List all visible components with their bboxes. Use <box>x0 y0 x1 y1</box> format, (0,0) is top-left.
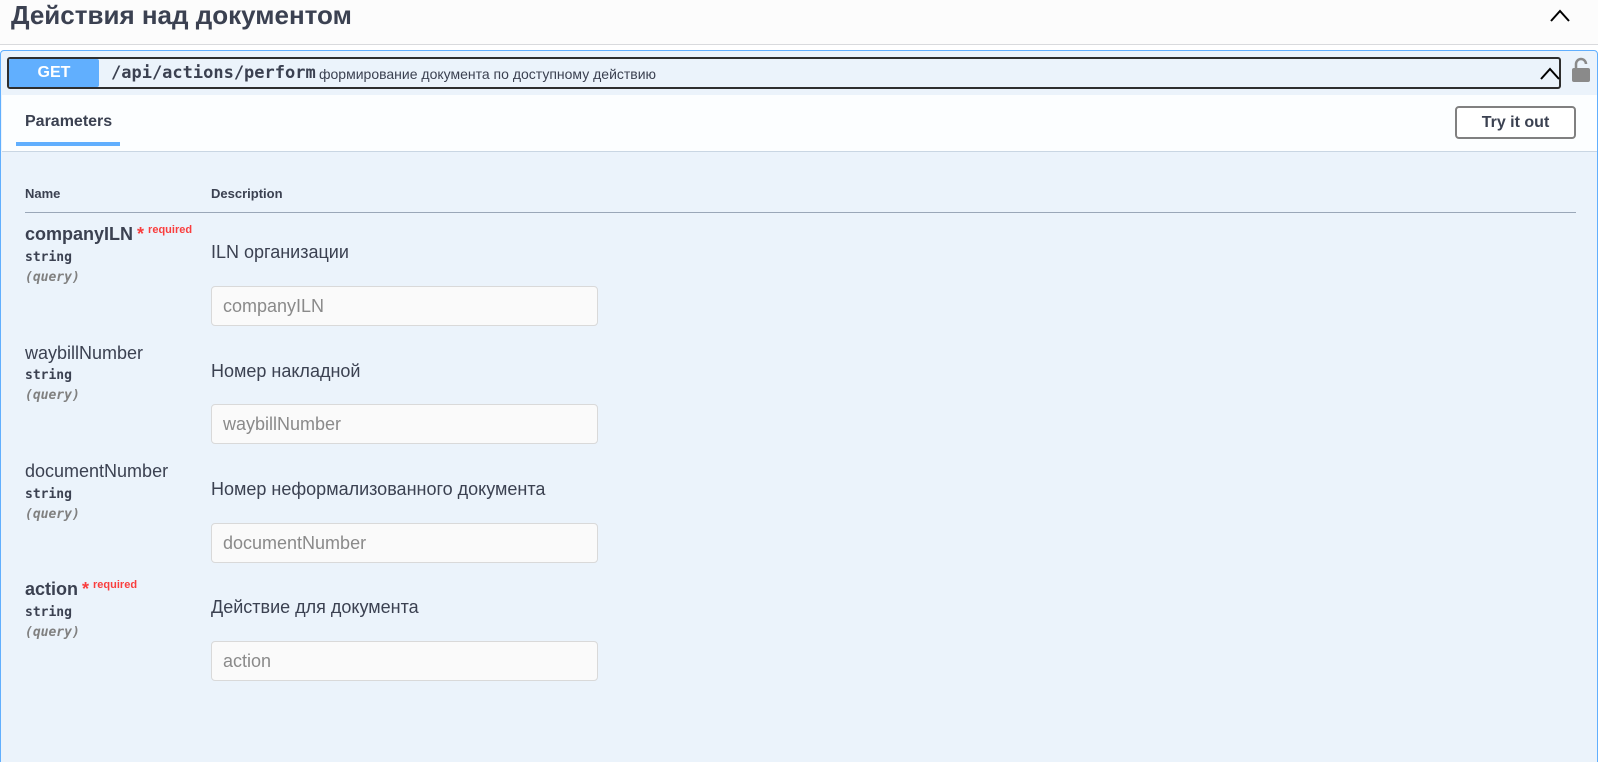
column-header-description: Description <box>211 186 283 201</box>
param-location: (query) <box>25 507 80 522</box>
tag-title: Действия над документом <box>11 0 352 30</box>
column-header-name: Name <box>25 186 61 201</box>
param-location: (query) <box>25 270 80 285</box>
param-name-text: action <box>25 579 79 599</box>
tag-header[interactable]: Действия над документом <box>0 0 1598 45</box>
param-name: action * required <box>25 579 137 600</box>
required-label: required <box>148 224 193 236</box>
required-star: * <box>137 224 145 244</box>
param-name: documentNumber <box>25 461 168 482</box>
action-input[interactable] <box>211 641 598 681</box>
param-location: (query) <box>25 388 80 403</box>
operation-summary-text: формирование документа по доступному дей… <box>319 66 657 82</box>
operation-block: GET /api/actions/perform формирование до… <box>0 50 1598 762</box>
documentnumber-input[interactable] <box>211 523 598 563</box>
try-it-out-button[interactable]: Try it out <box>1455 106 1576 139</box>
param-name-text: companyILN <box>25 224 134 244</box>
tab-active-indicator <box>16 142 120 146</box>
chevron-up-icon[interactable] <box>1548 6 1572 24</box>
tab-parameters[interactable]: Parameters <box>25 113 112 131</box>
param-name: companyILN * required <box>25 224 192 245</box>
param-location: (query) <box>25 625 80 640</box>
param-name-text: waybillNumber <box>25 343 144 363</box>
param-description: Номер неформализованного документа <box>211 479 546 499</box>
operation-summary[interactable]: GET /api/actions/perform формирование до… <box>7 57 1561 89</box>
param-type: string <box>25 487 72 502</box>
param-type: string <box>25 250 72 265</box>
required-star: * <box>82 579 90 599</box>
lock-icon[interactable] <box>1571 57 1591 83</box>
table-header-divider <box>25 212 1576 213</box>
operation-path: /api/actions/perform <box>111 63 316 83</box>
param-description: Действие для документа <box>211 597 419 617</box>
param-name: waybillNumber <box>25 343 143 364</box>
param-description: Номер накладной <box>211 361 361 381</box>
param-name-text: documentNumber <box>25 461 169 481</box>
waybillnumber-input[interactable] <box>211 404 598 444</box>
parameters-section-header <box>2 95 1597 152</box>
param-type: string <box>25 605 72 620</box>
companyiln-input[interactable] <box>211 286 598 326</box>
required-label: required <box>93 579 138 591</box>
param-description: ILN организации <box>211 242 349 262</box>
param-type: string <box>25 368 72 383</box>
method-badge: GET <box>9 59 99 87</box>
chevron-up-icon[interactable] <box>1539 64 1561 82</box>
